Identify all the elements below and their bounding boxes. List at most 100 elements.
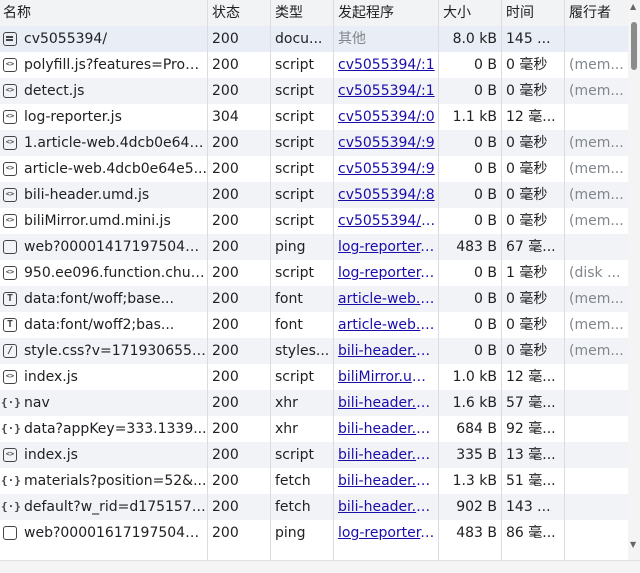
request-size: 483 B [456, 525, 497, 541]
request-status: 200 [212, 187, 239, 203]
request-name[interactable]: biliMirror.umd.mini.js [0, 208, 207, 234]
request-name[interactable]: web?0000141719750452... [0, 234, 207, 260]
request-name[interactable]: materials?position=52&... [0, 468, 207, 494]
column-divider[interactable] [270, 0, 271, 560]
table-row[interactable]: index.js 200 script bili-header.um... 335 B 1… [0, 442, 628, 468]
request-fulfilled-by [564, 520, 628, 546]
column-header-fulfilled-by[interactable]: 履行者 [564, 0, 628, 26]
request-type: font [275, 317, 303, 333]
table-row[interactable]: cv5055394/200 docu... 其他 8.0 kB 145 ... [0, 26, 628, 52]
column-divider[interactable] [207, 0, 208, 560]
request-name[interactable]: data?appKey=333.1339... [0, 416, 207, 442]
request-time: 12 毫... [506, 369, 556, 385]
request-initiator[interactable]: cv5055394/:23... [333, 208, 438, 234]
table-row[interactable]: 950.ee096.function.chun... 200 script log-r… [0, 260, 628, 286]
request-time: 0 毫秒 [506, 317, 548, 333]
request-size: 0 B [474, 317, 497, 333]
request-status: 304 [212, 109, 239, 125]
request-initiator[interactable]: bili-header.um... [333, 416, 438, 442]
vertical-scrollbar[interactable]: ▲ ▼ [628, 0, 640, 560]
request-initiator[interactable]: biliMirror.umd.... [333, 364, 438, 390]
table-row[interactable]: polyfill.js?features=Prom... 200 script cv5… [0, 52, 628, 78]
scrollbar-thumb[interactable] [631, 22, 637, 70]
table-row[interactable]: web?0000161719750452... 200 ping log-report… [0, 520, 628, 546]
request-type: script [275, 57, 315, 73]
request-initiator[interactable]: article-web.4d... [333, 286, 438, 312]
table-row[interactable]: nav 200 xhr bili-header.um... 1.6 kB 57 毫... [0, 390, 628, 416]
column-header-name[interactable]: 名称 [0, 0, 207, 26]
table-row[interactable]: materials?position=52&... 200 fetch bili-he… [0, 468, 628, 494]
request-time: 0 毫秒 [506, 213, 548, 229]
table-row[interactable]: log-reporter.js 304 script cv5055394/:0 1.1 … [0, 104, 628, 130]
request-name[interactable]: detect.js [0, 78, 207, 104]
request-name[interactable]: 1.article-web.4dcb0e64e... [0, 130, 207, 156]
request-type: script [275, 109, 315, 125]
scroll-up-arrow-icon[interactable]: ▲ [630, 2, 636, 11]
table-row[interactable]: detect.js 200 script cv5055394/:1 0 B 0 毫秒 (me… [0, 78, 628, 104]
request-name[interactable]: 950.ee096.function.chun... [0, 260, 207, 286]
column-header-time[interactable]: 时间 [501, 0, 564, 26]
request-name[interactable]: bili-header.umd.js [0, 182, 207, 208]
table-row[interactable]: data:font/woff;base... 200 font article-web… [0, 286, 628, 312]
request-size: 0 B [474, 135, 497, 151]
request-size: 1.1 kB [452, 109, 497, 125]
request-size: 0 B [474, 343, 497, 359]
request-name[interactable]: log-reporter.js [0, 104, 207, 130]
table-row[interactable]: data:font/woff2;bas... 200 font article-web… [0, 312, 628, 338]
request-initiator[interactable]: cv5055394/:1 [333, 52, 438, 78]
request-initiator[interactable]: bili-header.um... [333, 442, 438, 468]
request-name[interactable]: web?0000161719750452... [0, 520, 207, 546]
request-status: 200 [212, 499, 239, 515]
request-time: 0 毫秒 [506, 83, 548, 99]
column-header-initiator[interactable]: 发起程序 [333, 0, 438, 26]
table-row[interactable]: style.css?v=1719306550... 200 styles...bil… [0, 338, 628, 364]
request-initiator[interactable]: article-web.4d... [333, 312, 438, 338]
column-divider[interactable] [501, 0, 502, 560]
table-row[interactable]: biliMirror.umd.mini.js 200 script cv5055394… [0, 208, 628, 234]
request-name[interactable]: polyfill.js?features=Prom... [0, 52, 207, 78]
request-name[interactable]: index.js [0, 364, 207, 390]
request-initiator[interactable]: bili-header.um... [333, 468, 438, 494]
table-row[interactable]: bili-header.umd.js 200 script cv5055394/:8 0… [0, 182, 628, 208]
scroll-down-arrow-icon[interactable]: ▼ [630, 540, 636, 549]
request-name[interactable]: data:font/woff;base... [0, 286, 207, 312]
table-row[interactable]: article-web.4dcb0e64e5... 200 script cv5055… [0, 156, 628, 182]
request-name[interactable]: article-web.4dcb0e64e5... [0, 156, 207, 182]
table-row[interactable]: default?w_rid=d1751576... 200 fetch bili-he… [0, 494, 628, 520]
request-initiator[interactable]: cv5055394/:1 [333, 78, 438, 104]
column-header-size[interactable]: 大小 [438, 0, 501, 26]
request-name[interactable]: style.css?v=1719306550... [0, 338, 207, 364]
request-initiator[interactable]: bili-header.um... [333, 390, 438, 416]
request-name[interactable]: cv5055394/ [0, 26, 207, 52]
request-name[interactable]: nav [0, 390, 207, 416]
table-row[interactable]: index.js 200 script biliMirror.umd.... 1.0 k… [0, 364, 628, 390]
request-initiator[interactable]: bili-header.um... [333, 338, 438, 364]
table-row[interactable]: 1.article-web.4dcb0e64e... 200 script cv505… [0, 130, 628, 156]
column-divider[interactable] [564, 0, 565, 560]
request-size: 902 B [456, 499, 497, 515]
request-fulfilled-by [564, 468, 628, 494]
request-name[interactable]: index.js [0, 442, 207, 468]
request-status: 200 [212, 291, 239, 307]
request-initiator[interactable]: bili-header.um... [333, 494, 438, 520]
request-time: 1 毫秒 [506, 265, 548, 281]
request-initiator[interactable]: cv5055394/:9 [333, 156, 438, 182]
request-initiator[interactable]: cv5055394/:0 [333, 104, 438, 130]
request-initiator[interactable]: log-reporter.js:... [333, 520, 438, 546]
request-name[interactable]: data:font/woff2;bas... [0, 312, 207, 338]
request-initiator[interactable]: cv5055394/:8 [333, 182, 438, 208]
request-name[interactable]: default?w_rid=d1751576... [0, 494, 207, 520]
table-row[interactable]: web?0000141719750452... 200 ping log-report… [0, 234, 628, 260]
request-status: 200 [212, 31, 239, 47]
column-divider[interactable] [438, 0, 439, 560]
table-row[interactable]: data?appKey=333.1339... 200 xhr bili-header… [0, 416, 628, 442]
column-header-type[interactable]: 类型 [270, 0, 333, 26]
horizontal-scrollbar[interactable] [0, 560, 640, 573]
request-initiator[interactable]: log-reporter.js:... [333, 260, 438, 286]
column-divider[interactable] [333, 0, 334, 560]
request-status: 200 [212, 421, 239, 437]
request-type: ping [275, 525, 306, 541]
request-initiator[interactable]: cv5055394/:9 [333, 130, 438, 156]
request-initiator[interactable]: log-reporter.js:... [333, 234, 438, 260]
column-header-status[interactable]: 状态 [207, 0, 270, 26]
